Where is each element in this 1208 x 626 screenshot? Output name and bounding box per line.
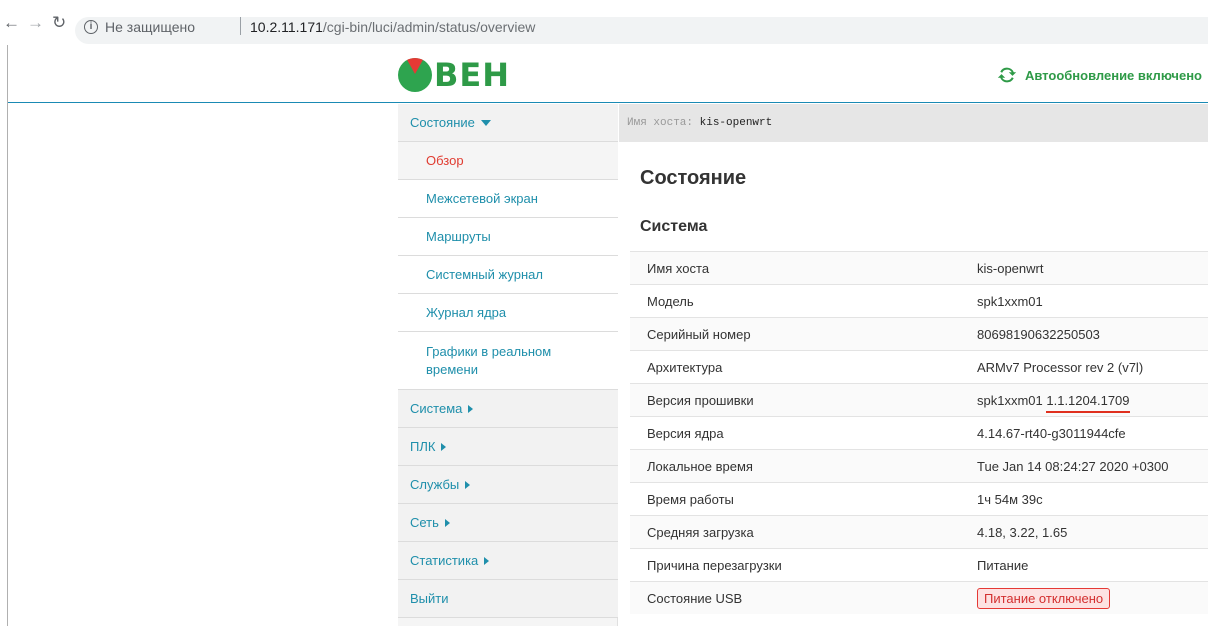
row-value: Питание отключено bbox=[977, 588, 1111, 609]
page-left-border bbox=[7, 45, 8, 626]
firmware-model: spk1xxm01 bbox=[977, 393, 1043, 408]
sidebar-subitem-routes[interactable]: Маршруты bbox=[398, 218, 618, 256]
firmware-version: 1.1.1204.1709 bbox=[1046, 393, 1130, 413]
section-title: Система bbox=[640, 218, 708, 235]
table-row: Версия ядра 4.14.67-rt40-g3011944cfe bbox=[630, 416, 1208, 449]
autorefresh-toggle[interactable]: Автообновление включено bbox=[996, 64, 1202, 86]
sidebar-item-label: Система bbox=[410, 401, 463, 416]
forward-arrow-icon[interactable]: → bbox=[27, 14, 44, 31]
row-value: 4.18, 3.22, 1.65 bbox=[977, 525, 1068, 540]
realtime-label-line1: Графики в реальном bbox=[426, 344, 552, 359]
owen-logo[interactable]: ВЕН bbox=[398, 58, 510, 92]
table-row: Локальное время Tue Jan 14 08:24:27 2020… bbox=[630, 449, 1208, 482]
row-key: Состояние USB bbox=[647, 591, 743, 606]
table-row: Состояние USB Питание отключено bbox=[630, 581, 1208, 614]
row-key: Локальное время bbox=[647, 459, 753, 474]
security-label: Не защищено bbox=[105, 19, 195, 35]
sidebar-item-label: Статистика bbox=[410, 553, 479, 568]
browser-toolbar: ← → ↻ i Не защищено 10.2.11.171/cgi-bin/… bbox=[0, 0, 1208, 45]
row-value: 4.14.67-rt40-g3011944cfe bbox=[977, 426, 1126, 441]
sidebar-item-network[interactable]: Сеть bbox=[398, 504, 618, 542]
address-bar[interactable]: i Не защищено 10.2.11.171/cgi-bin/luci/a… bbox=[75, 17, 1208, 44]
sidebar-subitem-syslog[interactable]: Системный журнал bbox=[398, 256, 618, 294]
sidebar-item-label: Сеть bbox=[410, 515, 439, 530]
row-key: Архитектура bbox=[647, 360, 723, 375]
sidebar-item-plc[interactable]: ПЛК bbox=[398, 428, 618, 466]
caret-right-icon bbox=[444, 518, 450, 527]
table-row: Средняя загрузка 4.18, 3.22, 1.65 bbox=[630, 515, 1208, 548]
sidebar-item-label: Службы bbox=[410, 477, 460, 492]
system-info-table: Имя хоста kis-openwrt Модель spk1xxm01 С… bbox=[630, 251, 1208, 614]
sidebar-item-statistics[interactable]: Статистика bbox=[398, 542, 618, 580]
sidebar-item-status[interactable]: Состояние bbox=[398, 104, 618, 142]
row-key: Модель bbox=[647, 294, 694, 309]
row-value: 1ч 54м 39с bbox=[977, 492, 1043, 507]
table-row: Время работы 1ч 54м 39с bbox=[630, 482, 1208, 515]
usb-status-badge: Питание отключено bbox=[977, 588, 1111, 609]
url-text[interactable]: 10.2.11.171/cgi-bin/luci/admin/status/ov… bbox=[250, 19, 535, 35]
row-value: spk1xxm01 1.1.1204.1709 bbox=[977, 393, 1130, 413]
table-row: Версия прошивки spk1xxm01 1.1.1204.1709 bbox=[630, 383, 1208, 416]
realtime-label-line2: времени bbox=[426, 362, 478, 377]
caret-right-icon bbox=[484, 556, 490, 565]
autorefresh-label: Автообновление включено bbox=[1024, 67, 1202, 83]
sidebar-subitem-realtime-graphs[interactable]: Графики в реальном времени bbox=[398, 332, 618, 390]
caret-down-icon bbox=[480, 119, 491, 126]
hostname-bar: Имя хоста: kis-openwrt bbox=[619, 104, 1208, 142]
table-row: Архитектура ARMv7 Processor rev 2 (v7l) bbox=[630, 350, 1208, 383]
sidebar-subitem-kernel-log[interactable]: Журнал ядра bbox=[398, 294, 618, 332]
logo-o-icon bbox=[398, 58, 432, 92]
info-icon[interactable]: i bbox=[84, 20, 98, 34]
refresh-icon bbox=[997, 67, 1017, 83]
caret-right-icon bbox=[468, 404, 474, 413]
sidebar-item-logout[interactable]: Выйти bbox=[398, 580, 618, 618]
sidebar-subitem-overview[interactable]: Обзор bbox=[398, 142, 618, 180]
sidebar-item-label: Состояние bbox=[410, 115, 475, 130]
table-row: Имя хоста kis-openwrt bbox=[630, 251, 1208, 284]
row-key: Средняя загрузка bbox=[647, 525, 754, 540]
row-key: Время работы bbox=[647, 492, 734, 507]
row-key: Имя хоста bbox=[647, 261, 710, 276]
table-row: Модель spk1xxm01 bbox=[630, 284, 1208, 317]
hostname-label: Имя хоста: bbox=[627, 117, 694, 129]
sidebar-subitem-firewall[interactable]: Межсетевой экран bbox=[398, 180, 618, 218]
sidebar: Состояние Обзор Межсетевой экран Маршрут… bbox=[398, 104, 618, 626]
row-key: Причина перезагрузки bbox=[647, 558, 782, 573]
row-key: Серийный номер bbox=[647, 327, 751, 342]
caret-right-icon bbox=[465, 480, 471, 489]
table-row: Серийный номер 80698190632250503 bbox=[630, 317, 1208, 350]
address-separator bbox=[240, 17, 241, 35]
sidebar-item-label: ПЛК bbox=[410, 439, 436, 454]
sidebar-item-services[interactable]: Службы bbox=[398, 466, 618, 504]
row-value: spk1xxm01 bbox=[977, 294, 1043, 309]
row-value: 80698190632250503 bbox=[977, 327, 1100, 342]
reload-icon[interactable]: ↻ bbox=[52, 14, 66, 31]
back-arrow-icon[interactable]: ← bbox=[3, 14, 20, 31]
row-key: Версия ядра bbox=[647, 426, 724, 441]
sidebar-item-system[interactable]: Система bbox=[398, 390, 618, 428]
table-row: Причина перезагрузки Питание bbox=[630, 548, 1208, 581]
site-header: ВЕН Автообновление включено bbox=[8, 45, 1208, 103]
caret-right-icon bbox=[441, 442, 447, 451]
row-key: Версия прошивки bbox=[647, 393, 754, 408]
logo-text: ВЕН bbox=[434, 56, 511, 94]
row-value: Питание bbox=[977, 558, 1029, 573]
row-value: ARMv7 Processor rev 2 (v7l) bbox=[977, 360, 1144, 375]
hostname-value: kis-openwrt bbox=[699, 117, 773, 129]
page-title: Состояние bbox=[640, 167, 747, 189]
row-value: kis-openwrt bbox=[977, 261, 1044, 276]
row-value: Tue Jan 14 08:24:27 2020 +0300 bbox=[977, 459, 1169, 474]
